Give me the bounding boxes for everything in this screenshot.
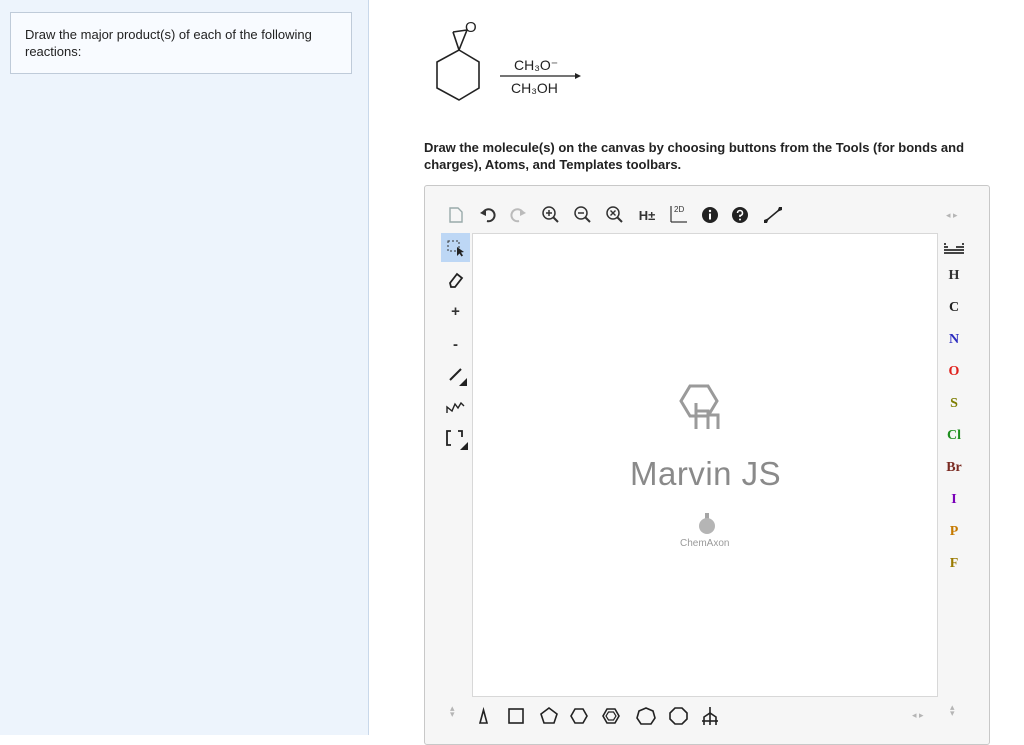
cyclohexane-template [570,708,588,724]
chemaxon-flask-icon [699,513,715,534]
instructions: Draw the molecule(s) on the canvas by ch… [424,139,1014,173]
top-toolbar-scroll-arrows[interactable]: ◂ ▸ [946,210,958,221]
cyclopropane-template [478,706,489,724]
zoom-out-icon[interactable] [572,205,594,225]
clean-2d-button[interactable]: 2D [666,203,690,225]
atom-n-button[interactable]: N [940,332,968,348]
atom-cl-button[interactable]: Cl [940,428,968,444]
atom-br-button[interactable]: Br [940,460,968,476]
atom-o-button[interactable]: O [940,364,968,380]
single-bond-icon[interactable] [441,362,470,388]
zoom-in-icon[interactable] [540,205,562,225]
add-hydrogens-button[interactable]: H± [634,205,660,225]
bicyclic-template [702,707,718,725]
reagent-bottom: CH₃OH [511,80,558,96]
positive-charge-button[interactable]: + [441,300,470,322]
negative-charge-button[interactable]: - [441,333,470,355]
templates-scroll-left-icon[interactable]: ▴ ▾ [450,704,455,719]
cyclooctane-template [669,707,688,725]
templates-toolbar [478,706,718,725]
undo-icon[interactable] [478,205,498,225]
question-box: Draw the major product(s) of each of the… [10,12,352,74]
fullscreen-icon[interactable] [762,205,784,225]
chemaxon-watermark: ChemAxon [680,538,730,549]
atom-h-button[interactable]: H [940,268,968,284]
zoom-reset-icon[interactable] [604,205,626,225]
cycloheptane-template [636,707,656,725]
epoxide-oxygen-label: O [465,19,477,36]
marvin-logo-icon [679,384,720,429]
eraser-icon[interactable] [441,268,470,292]
instructions-text: Draw the molecule(s) on the canvas by ch… [424,140,965,172]
chain-tool-icon[interactable] [441,395,470,419]
left-panel: Draw the major product(s) of each of the… [0,0,369,735]
info-icon[interactable] [700,205,720,225]
reaction-scheme: O CH₃O⁻ CH₃OH [425,10,625,115]
reagent-top: CH₃O⁻ [514,57,559,73]
marvin-js-watermark: Marvin JS [630,455,782,492]
atom-f-button[interactable]: F [940,556,968,572]
cyclopentane-template [540,707,558,724]
question-text: Draw the major product(s) of each of the… [25,27,312,59]
cyclobutane-template [508,708,524,724]
help-icon[interactable] [730,205,750,225]
selection-tool-icon[interactable] [441,233,470,262]
templates-scroll-arrows[interactable]: ◂ ▸ [912,710,924,721]
new-document-icon[interactable] [446,205,466,225]
atom-i-button[interactable]: I [940,492,968,508]
sgroup-bracket-icon[interactable] [441,426,470,452]
atom-c-button[interactable]: C [940,300,968,316]
atom-s-button[interactable]: S [940,396,968,412]
atoms-scroll-arrows[interactable]: ▴ ▾ [950,703,955,718]
periodic-table-icon[interactable] [941,238,967,258]
clean-2d-label: 2D [674,205,685,214]
atom-p-button[interactable]: P [940,524,968,540]
redo-icon[interactable] [508,205,528,225]
